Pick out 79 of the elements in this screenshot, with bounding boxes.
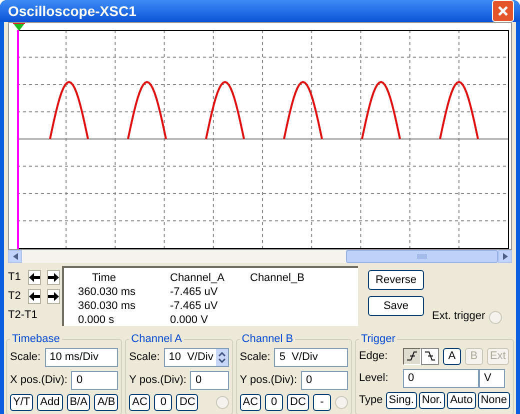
scrollbar-thumb[interactable] (346, 250, 498, 263)
cursor-label: T2 (8, 288, 22, 304)
close-button[interactable] (492, 0, 514, 22)
cursor-marker-icon[interactable] (13, 23, 25, 32)
mode-button[interactable]: Auto (447, 392, 476, 408)
input-field[interactable]: 10 V/Div (164, 348, 229, 366)
mode-button[interactable]: None (478, 392, 510, 408)
mode-button[interactable]: B/A (66, 394, 90, 410)
input-field[interactable]: 0 (190, 370, 229, 390)
mode-button[interactable]: AC (240, 394, 262, 410)
falling-edge-icon (424, 350, 436, 362)
column-header: Channel_B (249, 271, 306, 285)
mode-button[interactable]: DC (287, 394, 309, 410)
cursor-label: T1 (8, 270, 22, 285)
right-arrow-icon (502, 253, 508, 260)
edge-button[interactable] (420, 348, 439, 364)
grip-icon (417, 254, 427, 259)
input-field[interactable]: 0 (402, 368, 479, 388)
table-cell-text: 0.000 s (77, 313, 116, 327)
table-cell-text: 360.030 ms (77, 285, 136, 299)
field-label: Edge: (358, 348, 389, 364)
edge-button[interactable] (402, 348, 421, 364)
cursor-label: T2-T1 (8, 308, 38, 322)
right-arrow-button[interactable] (46, 270, 60, 285)
mode-button[interactable]: DC (176, 394, 198, 410)
field-label: Y pos.(Div): (240, 372, 298, 388)
group-title: Timebase (11, 332, 61, 347)
table-cell-text: 0.000 V (169, 313, 209, 327)
mode-button[interactable]: Sing. (386, 392, 417, 408)
input-field[interactable]: 0 (71, 370, 118, 390)
left-arrow-icon (28, 272, 40, 282)
right-arrow-icon (48, 292, 59, 300)
mode-button[interactable]: Nor. (418, 392, 446, 408)
mode-button[interactable]: - (312, 394, 331, 410)
right-arrow-button[interactable] (46, 288, 60, 304)
field-label: Scale: (129, 350, 160, 365)
left-arrow-button[interactable] (28, 288, 41, 304)
up-down-arrows-icon (218, 352, 226, 362)
table-cell-text: -7.465 uV (169, 285, 219, 299)
input-field[interactable]: V (478, 368, 505, 388)
column-header: Channel_A (169, 271, 226, 285)
scroll-left-button[interactable] (8, 250, 22, 263)
right-arrow-icon (48, 272, 59, 282)
ext-trigger-radio[interactable] (489, 311, 502, 324)
group-title: Channel B (240, 332, 294, 347)
action-button[interactable]: Reverse (368, 270, 424, 290)
source-button[interactable]: A (442, 348, 461, 364)
group-title: Trigger (360, 332, 396, 347)
rising-edge-icon (406, 350, 418, 362)
mode-button[interactable]: A/B (94, 394, 118, 410)
action-button[interactable]: Save (368, 296, 424, 316)
table-cell-text: 360.030 ms (77, 299, 136, 313)
mode-button[interactable]: AC (129, 394, 150, 410)
radio-button[interactable] (334, 396, 348, 408)
ext-trigger-label: Ext. trigger (432, 308, 486, 324)
field-label: Scale: (240, 350, 270, 365)
left-arrow-button[interactable] (28, 270, 41, 285)
close-icon (497, 5, 509, 17)
left-arrow-icon (28, 292, 40, 300)
mode-button[interactable]: Add (37, 394, 63, 410)
left-arrow-icon (12, 253, 18, 260)
scroll-right-button[interactable] (498, 250, 512, 263)
mode-button[interactable]: 0 (265, 394, 284, 410)
field-label: Level: (358, 370, 390, 386)
radio-button[interactable] (216, 396, 229, 408)
field-label: Scale: (10, 350, 41, 365)
input-field[interactable]: 0 (301, 370, 348, 390)
mode-button[interactable]: 0 (154, 394, 172, 410)
field-label: Y pos.(Div): (129, 372, 186, 388)
table-cell-text: -7.465 uV (169, 299, 219, 313)
column-header: Time (91, 271, 118, 285)
input-field[interactable]: 5 V/Div (274, 348, 348, 366)
field-label: Type (358, 392, 383, 408)
mode-button[interactable]: Y/T (10, 394, 34, 410)
spinner-button[interactable] (216, 348, 228, 366)
group-title: Channel A (130, 332, 183, 347)
field-label: X pos.(Div): (10, 372, 68, 388)
window-title: Oscilloscope-XSC1 (7, 2, 136, 21)
input-field[interactable]: 10 ms/Div (44, 348, 118, 366)
